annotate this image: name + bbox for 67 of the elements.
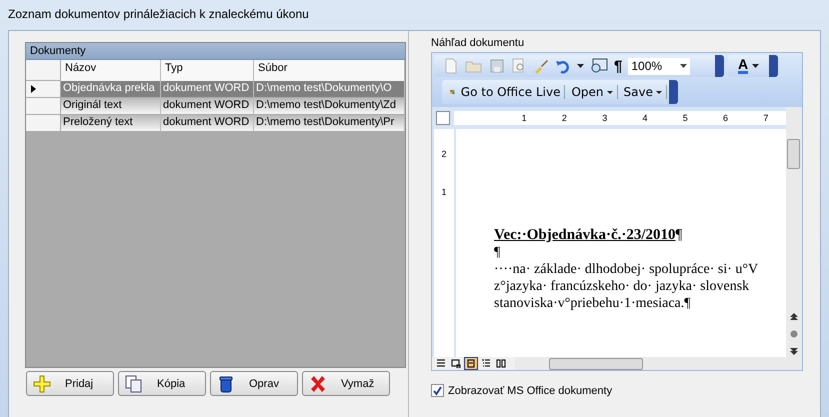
preview-title: Náhľad dokumentu [431, 37, 526, 49]
ruler-number: 3 [602, 113, 608, 123]
scrollbar-thumb[interactable] [787, 139, 800, 169]
table-cell: Objednávka prekla [61, 81, 161, 98]
row-header[interactable] [26, 81, 61, 98]
delete-button[interactable]: Vymaž [302, 371, 390, 396]
research-icon[interactable] [590, 58, 608, 74]
table-cell: D:\memo test\Dokumenty\Zd [254, 98, 405, 115]
dropdown-arrow-icon[interactable] [752, 64, 760, 68]
ruler-number: 2 [441, 149, 446, 159]
ruler-number: 1 [522, 113, 527, 123]
reading-view-button[interactable] [494, 357, 508, 370]
document-line: ¶ [494, 244, 502, 261]
save-icon[interactable] [489, 58, 505, 74]
checkmark-icon [432, 385, 443, 396]
close-icon [309, 374, 327, 392]
next-page-icon[interactable] [790, 347, 798, 355]
copy-button[interactable]: Kópia [118, 371, 206, 396]
ruler-number: 6 [723, 113, 728, 123]
window-title: Zoznam dokumentov prináležiacich k znaleckému úkonu [8, 7, 309, 21]
dropdown-arrow-icon [606, 90, 613, 94]
font-color-button[interactable]: A [738, 58, 748, 74]
zoom-field[interactable]: 100% [628, 58, 690, 74]
paragraph-mark: ¶ [676, 227, 682, 243]
table-cell: dokument WORD [161, 115, 254, 132]
formatting-marks-button[interactable]: ¶ [614, 58, 622, 74]
grid-caption: Dokumenty [26, 43, 405, 60]
new-document-icon[interactable] [443, 58, 459, 74]
table-cell: D:\memo test\Dokumenty\O [254, 81, 405, 98]
toolbar-options-button[interactable] [769, 55, 778, 77]
browse-object-icon[interactable] [790, 330, 798, 338]
copy-icon [125, 374, 143, 392]
document-line: z°jazyka· francúzskeho· do· jazyka· slovensk [494, 278, 750, 295]
web-view-button[interactable] [449, 357, 463, 370]
ruler-number: 4 [642, 113, 648, 123]
dropdown-arrow-icon[interactable] [577, 64, 584, 68]
plus-icon [33, 374, 51, 392]
document-heading: Vec:·Objednávka·č.·23/2010 [494, 227, 676, 243]
dropdown-arrow-icon [680, 64, 688, 68]
undo-icon[interactable] [555, 58, 571, 74]
previous-page-icon[interactable] [790, 313, 798, 321]
toolbar-options-button[interactable] [669, 80, 678, 104]
ruler-number: 7 [763, 113, 768, 123]
ruler-number: 5 [682, 113, 688, 123]
open-button[interactable]: Open [567, 85, 618, 99]
tab-selector[interactable] [436, 111, 450, 125]
save-button[interactable]: Save [620, 85, 667, 99]
dropdown-arrow-icon [656, 90, 662, 94]
toolbar-options-button[interactable] [715, 55, 724, 77]
table-cell: dokument WORD [161, 81, 254, 98]
document-line: stanoviska·v°priebehu·1·mesiaca.¶ [494, 295, 692, 312]
document-line: ····na· základe· dlhodobej· spolupráce· si· u°V [494, 261, 760, 278]
add-button[interactable]: Pridaj [26, 371, 114, 396]
table-cell: D:\memo test\Dokumenty\Pr [254, 115, 405, 132]
table-cell: Originál text [61, 98, 161, 115]
table-cell: dokument WORD [161, 98, 254, 115]
ruler-number: 2 [562, 113, 567, 123]
table-cell: Preložený text [61, 115, 161, 132]
edit-button[interactable]: Oprav [210, 371, 298, 396]
horizontal-scrollbar[interactable] [515, 357, 802, 370]
scrollbar-thumb[interactable] [549, 358, 643, 370]
trash-icon [217, 374, 235, 392]
office-live-button[interactable]: Go to Office Live [456, 85, 566, 99]
show-office-checkbox[interactable]: Zobrazovať MS Office dokumenty [431, 384, 810, 397]
print-view-button[interactable] [464, 357, 478, 370]
brush-icon[interactable] [533, 58, 549, 74]
ruler-number: 1 [441, 187, 446, 197]
